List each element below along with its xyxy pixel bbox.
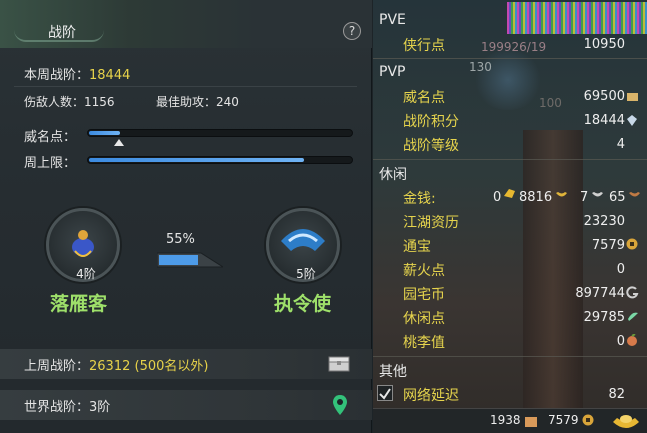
section-pvp: PVP <box>379 64 406 80</box>
bottom-status-bar: 1938 7579 <box>373 408 647 433</box>
peach-icon <box>627 334 637 346</box>
xinhuo-label: 薪火点 <box>403 263 445 279</box>
bg-overlay-text: 100 <box>539 96 562 110</box>
last-week-value: 26312 (500名以外) <box>89 359 209 374</box>
latency-label: 网络延迟 <box>403 388 459 404</box>
section-other: 其他 <box>379 364 407 380</box>
money-copper: 65 <box>609 190 626 205</box>
silver-boat-icon <box>592 192 603 197</box>
tongbao-label: 通宝 <box>403 239 431 255</box>
yuanzhai-value: 897744 <box>575 286 625 301</box>
help-button[interactable]: ? <box>343 22 361 40</box>
check-icon <box>379 388 391 400</box>
background-ornament <box>507 2 647 34</box>
current-rank-name: 落雁客 <box>50 293 108 315</box>
latency-checkbox[interactable] <box>377 385 393 401</box>
gold-ingot-icon <box>504 189 515 198</box>
assists-line: 最佳助攻：240 <box>156 93 239 110</box>
zhanjie-level-label: 战阶等级 <box>403 138 459 154</box>
jianghu-value: 23230 <box>583 214 625 229</box>
current-rank-level: 4阶 <box>76 267 96 281</box>
copper-boat-icon <box>629 192 640 197</box>
treasure-ingot-icon[interactable] <box>611 410 641 432</box>
bg-overlay-text: 130 <box>469 60 492 74</box>
cap-bar <box>87 156 353 164</box>
prestige-bar <box>87 129 353 137</box>
footer-value-a: 1938 <box>490 413 521 427</box>
world-rank-line: 世界战阶：3阶 <box>24 396 110 415</box>
assists-value: 240 <box>216 95 239 109</box>
zhanjie-score-value: 18444 <box>583 113 625 128</box>
assists-label: 最佳助攻： <box>156 95 217 109</box>
current-rank-medal[interactable]: 4阶 <box>46 208 120 282</box>
week-rank-value: 18444 <box>89 68 131 83</box>
divider <box>14 86 357 87</box>
last-week-line: 上周战阶：26312 (500名以外) <box>24 355 208 374</box>
world-rank-row: 世界战阶：3阶 <box>0 390 372 420</box>
battle-score-icon <box>627 115 637 126</box>
bg-overlay-text: 199926/19 <box>481 40 547 54</box>
leisure-icon <box>628 312 638 321</box>
background-tree <box>523 130 583 430</box>
yuanzhai-label: 园宅币 <box>403 287 445 303</box>
kills-value: 1156 <box>84 95 115 109</box>
footer-value-b: 7579 <box>548 413 579 427</box>
last-week-row: 上周战阶：26312 (500名以外) <box>0 349 372 379</box>
upgrade-progress <box>156 251 225 269</box>
money-label: 金钱: <box>403 191 436 207</box>
scroll-icon <box>525 417 537 427</box>
panel-header: 战阶 ? <box>0 0 372 48</box>
divider <box>373 58 647 59</box>
xiaxing-label: 侠行点 <box>403 38 445 54</box>
gold-boat-icon <box>556 192 567 197</box>
world-rank-value: 3阶 <box>89 400 111 415</box>
background-scene <box>473 50 543 110</box>
upgrade-percent: 55% <box>166 232 195 247</box>
taoli-value: 0 <box>616 334 625 349</box>
money-silver: 7 <box>580 190 589 205</box>
chest-icon[interactable] <box>327 355 351 373</box>
cap-bar-fill <box>89 158 304 162</box>
divider <box>373 356 647 357</box>
week-rank-line: 本周战阶：18444 <box>24 64 130 83</box>
garden-coin-icon <box>626 286 639 299</box>
money-gold: 8816 <box>519 190 553 205</box>
prestige-icon <box>627 93 638 101</box>
zhanjie-score-label: 战阶积分 <box>403 114 459 130</box>
money-gold-prefix: 0 <box>493 190 502 205</box>
weiming-value: 69500 <box>583 89 625 104</box>
coin-icon <box>626 238 638 250</box>
section-leisure: 休闲 <box>379 167 407 183</box>
divider <box>373 159 647 160</box>
section-pve: PVE <box>379 12 406 28</box>
zhanjie-level-value: 4 <box>616 137 625 152</box>
cap-label: 周上限： <box>24 156 77 171</box>
kills-line: 伤敌人数：1156 <box>24 93 115 110</box>
battle-rank-panel: 战阶 ? 本周战阶：18444 伤敌人数：1156 最佳助攻：240 威名点： … <box>0 0 372 433</box>
kills-label: 伤敌人数： <box>24 95 85 109</box>
week-rank-label: 本周战阶： <box>24 68 90 83</box>
next-rank-name: 执令使 <box>274 293 332 315</box>
weiming-label: 威名点 <box>403 90 445 106</box>
upgrade-arrow <box>156 252 225 268</box>
xiaxing-value: 10950 <box>583 37 625 52</box>
xinhuo-value: 0 <box>616 262 625 277</box>
xiuxian-value: 29785 <box>583 310 625 325</box>
next-rank-medal[interactable]: 5阶 <box>266 208 340 282</box>
world-rank-label: 世界战阶： <box>24 400 90 415</box>
panel-title: 战阶 <box>48 25 76 41</box>
last-week-label: 上周战阶： <box>24 359 90 374</box>
location-pin-icon[interactable] <box>332 394 348 416</box>
jianghu-label: 江湖资历 <box>403 215 459 231</box>
next-rank-level: 5阶 <box>296 267 316 281</box>
tongbao-value: 7579 <box>591 238 625 253</box>
prestige-marker <box>114 139 124 146</box>
taoli-label: 桃李值 <box>403 335 445 351</box>
coin-icon <box>582 414 594 426</box>
prestige-bar-fill <box>89 131 120 135</box>
prestige-label: 威名点： <box>24 130 77 145</box>
currency-panel: 199926/19 130 100 PVE 侠行点 10950 PVP 威名点 … <box>373 0 647 433</box>
latency-value: 82 <box>608 387 625 402</box>
xiuxian-label: 休闲点 <box>403 311 445 327</box>
